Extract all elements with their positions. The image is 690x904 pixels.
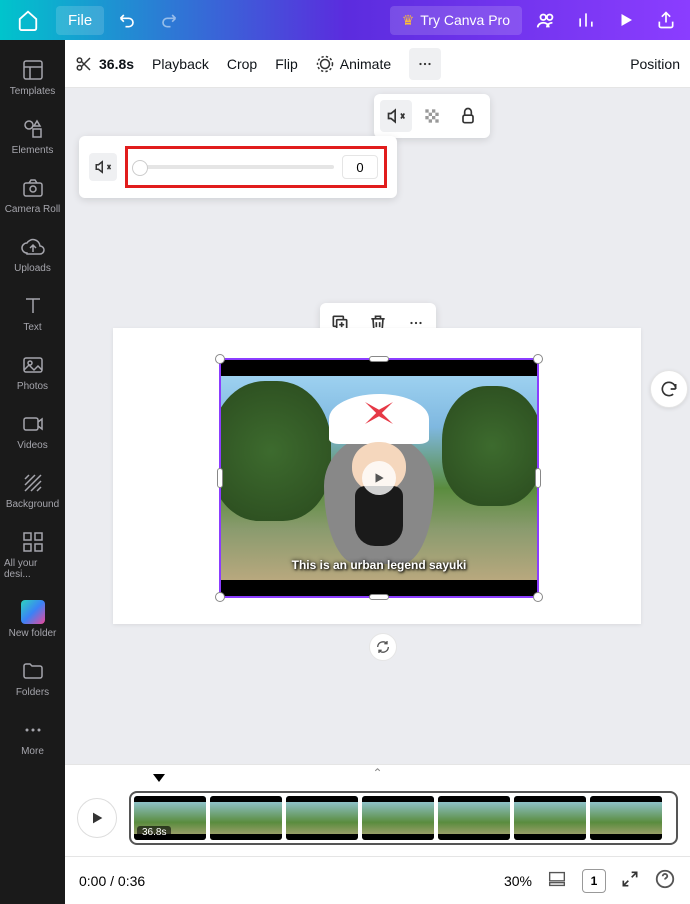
fullscreen-button[interactable]	[620, 869, 640, 892]
timeline-thumb	[514, 796, 586, 840]
crop-button[interactable]: Crop	[227, 56, 257, 72]
sidebar-item-folders[interactable]: Folders	[0, 649, 65, 708]
clip-duration-badge: 36.8s	[137, 826, 171, 839]
context-toolbar: 36.8s Playback Crop Flip Animate Positio…	[65, 40, 690, 88]
animate-icon	[316, 55, 334, 73]
position-button[interactable]: Position	[630, 56, 680, 72]
sidebar-item-text[interactable]: Text	[0, 284, 65, 343]
sidebar-item-videos[interactable]: Videos	[0, 402, 65, 461]
playback-button[interactable]: Playback	[152, 56, 209, 72]
sync-icon	[375, 639, 391, 655]
chevron-up-icon: ⌃	[372, 766, 382, 780]
file-menu[interactable]: File	[56, 6, 104, 35]
sidebar-item-photos[interactable]: Photos	[0, 343, 65, 402]
grid-icon	[546, 868, 568, 890]
help-button[interactable]	[654, 868, 676, 893]
resize-handle-nw[interactable]	[215, 354, 225, 364]
try-pro-label: Try Canva Pro	[420, 12, 510, 28]
play-icon	[372, 471, 386, 485]
scissors-icon	[75, 55, 93, 73]
timeline-clip[interactable]: 36.8s	[129, 791, 678, 845]
regenerate-button[interactable]	[650, 370, 688, 408]
play-icon	[89, 810, 105, 826]
undo-button[interactable]	[112, 10, 144, 30]
collaborators-button[interactable]	[530, 9, 562, 31]
resize-handle-w[interactable]	[217, 468, 223, 488]
timeline-thumb	[286, 796, 358, 840]
resize-handle-e[interactable]	[535, 468, 541, 488]
home-button[interactable]	[8, 0, 48, 40]
sidebar-item-more[interactable]: More	[0, 708, 65, 767]
new-folder-icon	[21, 600, 45, 624]
resize-handle-sw[interactable]	[215, 592, 225, 602]
sidebar-item-uploads[interactable]: Uploads	[0, 225, 65, 284]
insights-button[interactable]	[570, 10, 602, 30]
bottom-bar: 0:00 / 0:36 30% 1	[65, 856, 690, 904]
timeline-thumb	[210, 796, 282, 840]
video-subtitle: This is an urban legend sayuki	[221, 558, 537, 572]
zoom-level[interactable]: 30%	[504, 873, 532, 889]
timeline-play-button[interactable]	[77, 798, 117, 838]
trim-button[interactable]: 36.8s	[75, 55, 134, 73]
timeline-thumb	[590, 796, 662, 840]
page-count-button[interactable]: 1	[582, 869, 606, 893]
crown-icon: ♛	[402, 12, 415, 29]
video-element[interactable]: This is an urban legend sayuki	[219, 358, 539, 598]
timeline-thumb	[362, 796, 434, 840]
present-button[interactable]	[610, 11, 642, 29]
playback-time: 0:00 / 0:36	[79, 873, 145, 889]
sync-button[interactable]	[369, 633, 397, 661]
sidebar-item-elements[interactable]: Elements	[0, 107, 65, 166]
grid-view-button[interactable]	[546, 868, 568, 893]
playhead-marker[interactable]	[153, 774, 165, 782]
resize-handle-s[interactable]	[369, 594, 389, 600]
sidebar-item-all-designs[interactable]: All your desi...	[0, 520, 65, 590]
sidebar-item-background[interactable]: Background	[0, 461, 65, 520]
redo-button[interactable]	[152, 10, 184, 30]
flip-button[interactable]: Flip	[275, 56, 298, 72]
sidebar-item-templates[interactable]: Templates	[0, 48, 65, 107]
resize-handle-ne[interactable]	[533, 354, 543, 364]
animate-button[interactable]: Animate	[316, 55, 391, 73]
resize-handle-se[interactable]	[533, 592, 543, 602]
sidebar: Templates Elements Camera Roll Uploads T…	[0, 40, 65, 904]
timeline-thumb	[438, 796, 510, 840]
help-icon	[654, 868, 676, 890]
resize-handle-n[interactable]	[369, 356, 389, 362]
try-pro-button[interactable]: ♛ Try Canva Pro	[390, 6, 522, 35]
share-button[interactable]	[650, 10, 682, 30]
sidebar-item-new-folder[interactable]: New folder	[0, 590, 65, 649]
sidebar-item-camera-roll[interactable]: Camera Roll	[0, 166, 65, 225]
refresh-icon	[659, 379, 679, 399]
more-button[interactable]	[409, 48, 441, 80]
play-overlay-button[interactable]	[362, 461, 396, 495]
timeline: 36.8s	[65, 780, 690, 856]
expand-icon	[620, 869, 640, 889]
more-icon	[416, 55, 434, 73]
